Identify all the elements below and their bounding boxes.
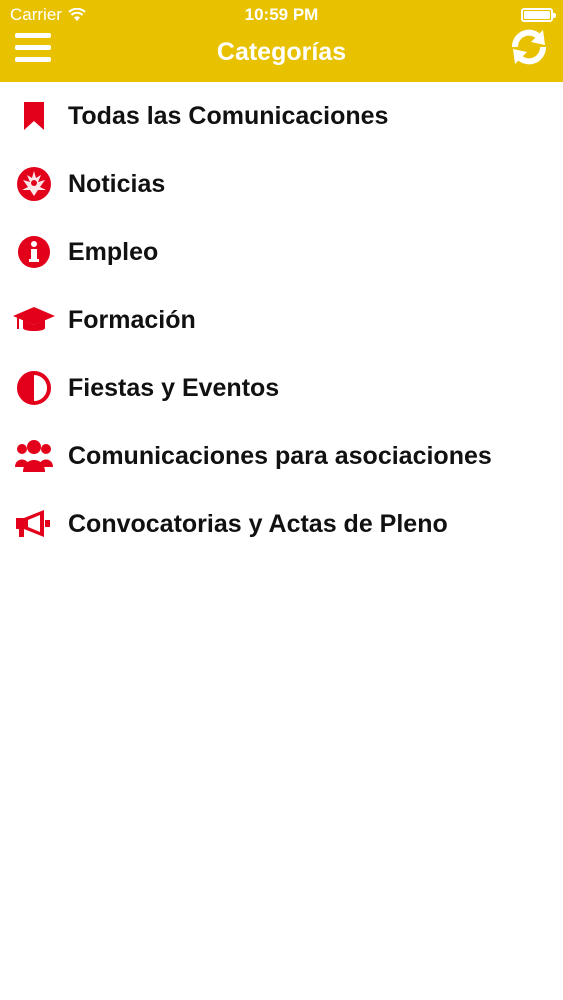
category-label: Comunicaciones para asociaciones xyxy=(68,441,492,470)
category-item-fiestas[interactable]: Fiestas y Eventos xyxy=(0,354,563,422)
navigation-bar: Carrier 10:59 PM Categorías xyxy=(0,0,563,82)
category-item-convocatorias[interactable]: Convocatorias y Actas de Pleno xyxy=(0,490,563,558)
graduation-cap-icon xyxy=(12,300,56,340)
category-item-asociaciones[interactable]: Comunicaciones para asociaciones xyxy=(0,422,563,490)
page-title: Categorías xyxy=(216,38,347,66)
half-circle-icon xyxy=(12,368,56,408)
category-item-empleo[interactable]: Empleo xyxy=(0,218,563,286)
category-label: Noticias xyxy=(68,169,166,198)
refresh-button[interactable] xyxy=(509,27,549,67)
category-item-noticias[interactable]: Noticias xyxy=(0,150,563,218)
group-icon xyxy=(12,436,56,476)
category-item-todas[interactable]: Todas las Comunicaciones xyxy=(0,82,563,150)
rebel-emblem-icon xyxy=(12,164,56,204)
info-circle-icon xyxy=(12,232,56,272)
category-list: Todas las Comunicaciones Noticias Empleo xyxy=(0,82,563,558)
category-label: Todas las Comunicaciones xyxy=(68,101,389,130)
bookmark-icon xyxy=(12,96,56,136)
category-label: Convocatorias y Actas de Pleno xyxy=(68,509,448,538)
refresh-icon xyxy=(512,29,546,65)
category-label: Formación xyxy=(68,305,196,334)
category-label: Fiestas y Eventos xyxy=(68,373,280,402)
megaphone-icon xyxy=(12,504,56,544)
clock: 10:59 PM xyxy=(244,5,319,24)
category-item-formacion[interactable]: Formación xyxy=(0,286,563,354)
status-bar: Carrier 10:59 PM xyxy=(0,0,563,30)
category-label: Empleo xyxy=(68,237,159,266)
battery-icon xyxy=(521,8,556,22)
